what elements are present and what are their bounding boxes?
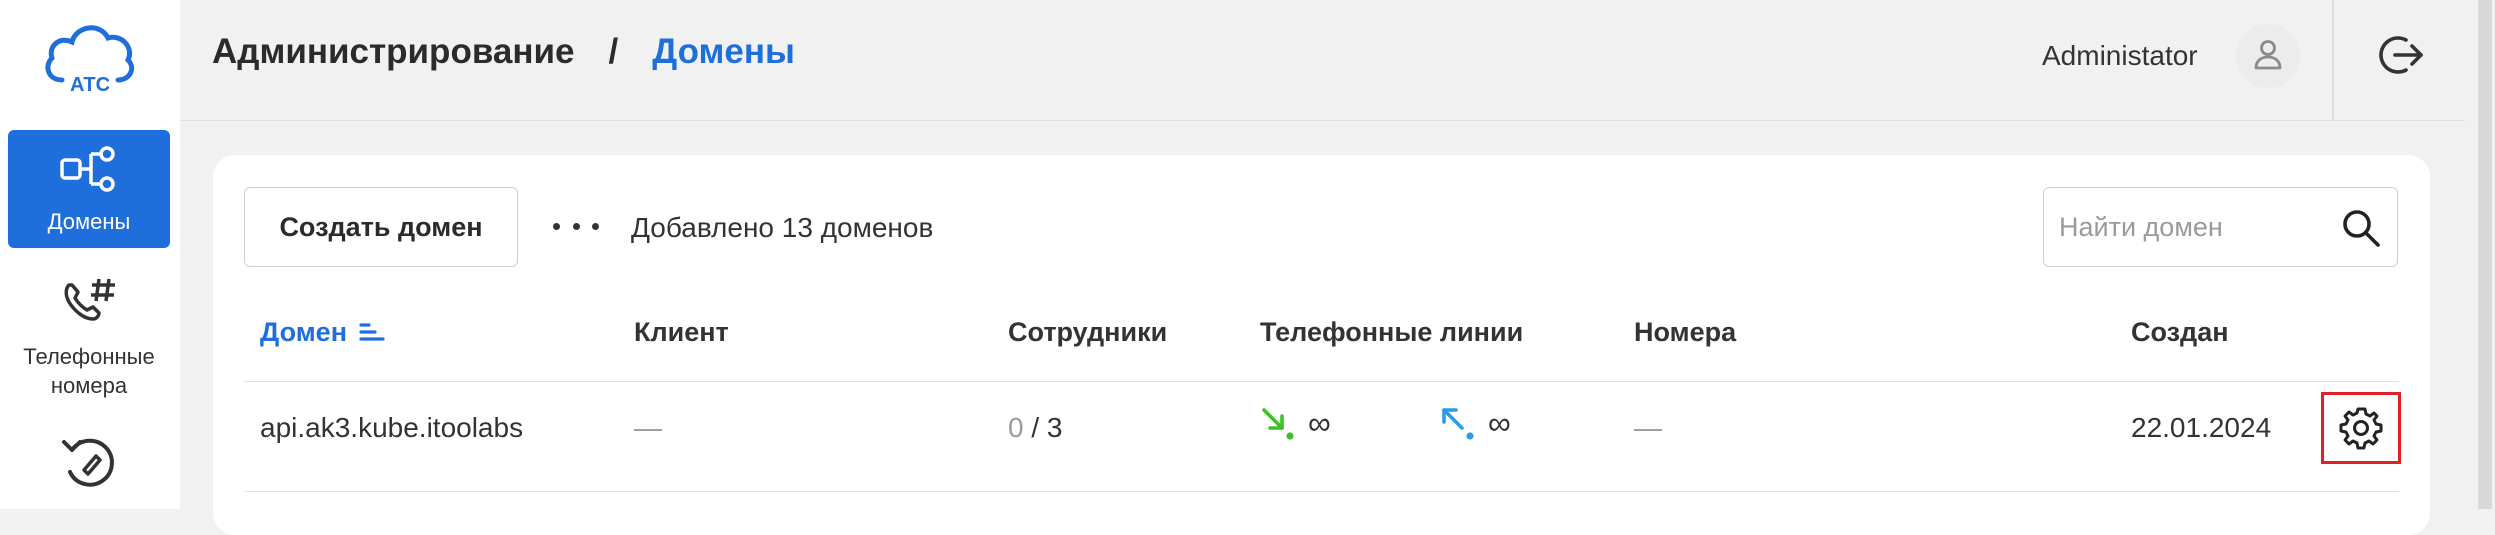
logout-icon xyxy=(2378,32,2424,83)
more-actions-button[interactable] xyxy=(553,213,599,239)
incoming-call-icon xyxy=(1260,406,1296,442)
employees-cell: 0 / 3 xyxy=(1008,412,1063,444)
search-input[interactable] xyxy=(2057,210,2331,244)
incoming-lines-cell: ∞ xyxy=(1260,405,1331,442)
scrollbar[interactable] xyxy=(2475,0,2495,509)
scrollbar-thumb[interactable] xyxy=(2478,0,2492,509)
user-icon xyxy=(2251,37,2285,76)
more-dot xyxy=(572,222,580,230)
sidebar-item-label: Телефонные номера xyxy=(23,344,155,398)
header-divider xyxy=(2332,0,2334,121)
sidebar-item-domains[interactable]: Домены xyxy=(8,130,170,248)
column-header-created[interactable]: Создан xyxy=(2131,317,2229,348)
user-name[interactable]: Administator xyxy=(2042,40,2198,72)
domain-settings-button[interactable] xyxy=(2321,392,2401,464)
phone-number-icon xyxy=(59,275,119,336)
table-divider xyxy=(244,491,2399,492)
column-header-employees[interactable]: Сотрудники xyxy=(1008,317,1167,348)
top-header: Администрирование / Домены Administator xyxy=(180,0,2465,121)
sidebar: АТС Домены Телефонные номера xyxy=(0,0,180,509)
domains-count-text: Добавлено 13 доменов xyxy=(631,212,934,243)
logo-text: АТС xyxy=(70,74,110,96)
employees-separator: / xyxy=(1023,412,1047,443)
breadcrumb: Администрирование / Домены xyxy=(212,32,795,72)
domains-card: Создать домен Добавлено 13 доменов Домен… xyxy=(213,155,2430,535)
search-box[interactable] xyxy=(2043,187,2398,267)
create-domain-button[interactable]: Создать домен xyxy=(244,187,518,267)
outgoing-call-icon xyxy=(1440,406,1476,442)
employees-total: 3 xyxy=(1046,412,1063,443)
breadcrumb-current: Домены xyxy=(652,32,795,71)
column-header-label: Домен xyxy=(260,317,347,347)
outgoing-lines-value: ∞ xyxy=(1488,405,1511,441)
more-dot xyxy=(592,222,599,230)
breadcrumb-root[interactable]: Администрирование xyxy=(212,32,574,72)
column-header-client[interactable]: Клиент xyxy=(634,317,729,348)
column-header-domain[interactable]: Домен xyxy=(260,317,385,348)
history-icon xyxy=(58,432,120,499)
sidebar-item-history[interactable] xyxy=(8,432,170,502)
outgoing-lines-cell: ∞ xyxy=(1440,405,1511,442)
avatar[interactable] xyxy=(2236,24,2300,88)
created-date-cell: 22.01.2024 xyxy=(2131,412,2272,443)
incoming-lines-value: ∞ xyxy=(1308,405,1331,441)
column-header-phone-lines[interactable]: Телефонные линии xyxy=(1260,317,1523,348)
domain-name-cell[interactable]: api.ak3.kube.itoolabs xyxy=(260,412,523,444)
logout-button[interactable] xyxy=(2376,32,2426,82)
column-header-numbers[interactable]: Номера xyxy=(1634,317,1736,348)
client-cell: — xyxy=(634,412,662,443)
employees-active: 0 xyxy=(1008,412,1024,443)
sidebar-item-phone-numbers[interactable]: Телефонные номера xyxy=(8,275,170,405)
gear-icon xyxy=(2339,406,2383,450)
more-dots-icon xyxy=(553,222,560,230)
search-icon[interactable] xyxy=(2341,208,2381,248)
atc-logo[interactable]: АТС xyxy=(42,18,138,98)
domains-icon xyxy=(59,144,119,201)
breadcrumb-separator: / xyxy=(608,32,619,71)
sidebar-item-label: Домены xyxy=(47,209,131,234)
numbers-cell: — xyxy=(1634,412,1662,443)
sort-icon xyxy=(359,321,385,345)
table-divider xyxy=(244,381,2399,382)
